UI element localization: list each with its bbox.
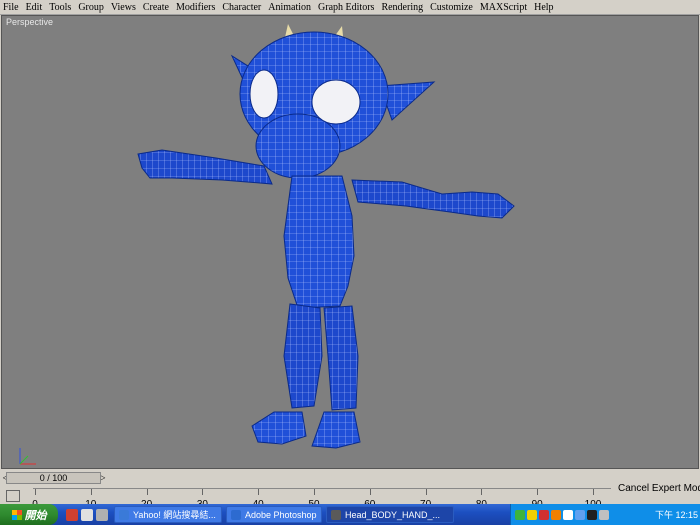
right-eye [311, 79, 361, 125]
quick-launch [66, 508, 108, 521]
menu-edit[interactable]: Edit [23, 1, 47, 14]
left-eye [249, 69, 279, 119]
track-bar[interactable]: 0102030405060708090100 [32, 488, 611, 510]
windows-taskbar: 開始 Yahoo! 網站搜尋結... Adobe Photoshop Head_BO… [0, 504, 700, 525]
menu-tools[interactable]: Tools [46, 1, 75, 14]
ruler-tick [35, 489, 36, 495]
ruler-tick [202, 489, 204, 495]
taskbar-button-label: Head_BODY_HAND_... [345, 509, 441, 520]
tray-volume-icon[interactable] [563, 509, 573, 520]
axis-gizmo-icon [19, 448, 36, 465]
tray-display-icon[interactable] [575, 509, 585, 520]
menu-file[interactable]: File [0, 1, 23, 14]
perspective-viewport[interactable]: Perspective [1, 15, 699, 469]
time-slider[interactable]: 0 / 100 [6, 472, 101, 484]
next-frame-button[interactable]: > [98, 472, 108, 484]
ruler-tick [369, 489, 371, 495]
ie-icon [119, 509, 129, 520]
menu-group[interactable]: Group [75, 1, 108, 14]
tray-network-icon[interactable] [515, 509, 525, 520]
menu-help[interactable]: Help [531, 1, 557, 14]
menu-animation[interactable]: Animation [265, 1, 315, 14]
windows-logo-icon [11, 509, 22, 520]
start-button[interactable]: 開始 [0, 504, 58, 525]
track-bar-toggle-button[interactable] [6, 490, 20, 502]
taskbar-button[interactable]: Head_BODY_HAND_... [326, 506, 454, 523]
tray-security-icon[interactable] [551, 509, 561, 520]
ruler-tick [314, 489, 315, 495]
menu-graph-editors[interactable]: Graph Editors [315, 1, 378, 14]
desktop-icon[interactable] [81, 508, 93, 521]
ruler-tick [537, 489, 539, 495]
menu-modifiers[interactable]: Modifiers [173, 1, 219, 14]
system-tray: 下午 12:15 [510, 504, 700, 525]
menu-rendering[interactable]: Rendering [378, 1, 427, 14]
menu-create[interactable]: Create [140, 1, 173, 14]
menu-character[interactable]: Character [219, 1, 265, 14]
ruler-tick [425, 489, 427, 495]
menu-views[interactable]: Views [108, 1, 140, 14]
cancel-expert-mode-button[interactable]: Cancel Expert Mode [618, 483, 700, 494]
3dsmax-icon [331, 509, 341, 520]
taskbar-button-label: Adobe Photoshop [245, 509, 317, 520]
tray-shield-icon[interactable] [527, 509, 537, 520]
taskbar-button[interactable]: Yahoo! 網站搜尋結... [114, 506, 222, 523]
character-model[interactable] [2, 16, 699, 469]
taskbar-button[interactable]: Adobe Photoshop [226, 506, 322, 523]
ruler-tick [481, 489, 483, 495]
taskbar-button-label: Yahoo! 網站搜尋結... [133, 510, 216, 520]
start-label: 開始 [24, 509, 47, 522]
ruler-tick [90, 489, 92, 495]
tray-app-icon[interactable] [587, 509, 597, 520]
ruler-tick [146, 489, 148, 495]
menu-bar: File Edit Tools Group Views Create Modifiers Ch… [0, 0, 700, 15]
tray-misc-icon[interactable] [599, 509, 609, 520]
ruler-tick [593, 489, 594, 495]
media-icon[interactable] [66, 508, 78, 521]
menu-maxscript[interactable]: MAXScript [477, 1, 531, 14]
menu-customize[interactable]: Customize [427, 1, 477, 14]
app-icon[interactable] [96, 508, 108, 521]
photoshop-icon [231, 509, 241, 520]
ruler-tick [258, 489, 260, 495]
tray-alert-icon[interactable] [539, 509, 549, 520]
system-clock[interactable]: 下午 12:15 [655, 508, 700, 521]
